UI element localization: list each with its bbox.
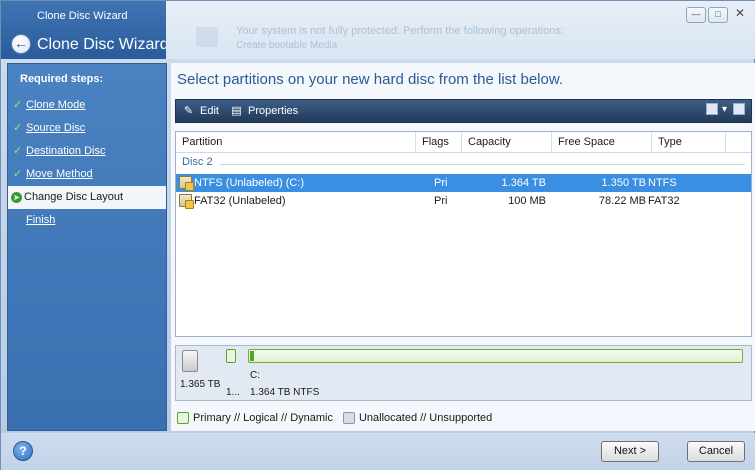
edit-label: Edit bbox=[200, 105, 219, 117]
group-divider bbox=[220, 164, 745, 165]
pencil-icon: ✎ bbox=[183, 105, 194, 117]
sidebar-item-move-method[interactable]: ✓ Move Method bbox=[8, 163, 166, 186]
properties-label: Properties bbox=[248, 105, 299, 117]
small-partition-block[interactable] bbox=[226, 349, 236, 363]
sidebar-item-label: Source Disc bbox=[26, 122, 86, 134]
sidebar-item-label: Change Disc Layout bbox=[24, 191, 124, 203]
partition-free-space: 1.350 TB bbox=[601, 177, 646, 189]
unallocated-swatch-icon bbox=[342, 412, 355, 424]
disk-size: 1.365 TB bbox=[180, 379, 221, 390]
disk-map: 1.365 TB 1... C: 1.364 TB NTFS bbox=[175, 345, 752, 401]
partition-icon bbox=[179, 176, 194, 191]
column-header-capacity[interactable]: Capacity bbox=[462, 132, 552, 152]
sidebar-item-source-disc[interactable]: ✓ Source Disc bbox=[8, 117, 166, 140]
legend-primary-label: Primary // Logical // Dynamic bbox=[193, 412, 333, 424]
main-panel: Select partitions on your new hard disc … bbox=[171, 63, 755, 431]
banner-text: Your system is not fully protected. Perf… bbox=[236, 25, 564, 37]
export-icon[interactable] bbox=[733, 103, 745, 115]
banner-icon bbox=[196, 27, 218, 47]
protection-banner: Your system is not fully protected. Perf… bbox=[166, 1, 755, 59]
title-panel: Clone Disc Wizard ← Clone Disc Wizard bbox=[1, 1, 169, 59]
partition-flags: Pri bbox=[434, 177, 448, 189]
partition-flags: Pri bbox=[434, 195, 448, 207]
partition-name: FAT32 (Unlabeled) bbox=[194, 195, 286, 207]
columns-icon[interactable] bbox=[705, 103, 718, 115]
sidebar-item-label: Destination Disc bbox=[26, 145, 106, 157]
column-header-type[interactable]: Type bbox=[652, 132, 726, 152]
column-header-partition[interactable]: Partition bbox=[176, 132, 416, 152]
next-button[interactable]: Next > bbox=[601, 441, 659, 462]
close-button[interactable]: ✕ bbox=[730, 7, 750, 23]
partition-toolbar: ✎ Edit ▤ Properties ▾ bbox=[175, 99, 752, 123]
table-row[interactable]: FAT32 (Unlabeled) Pri 100 MB 78.22 MB FA… bbox=[176, 192, 751, 210]
hard-disk-icon bbox=[182, 350, 198, 372]
toolbar-right-tools: ▾ bbox=[702, 103, 745, 115]
minimize-button[interactable]: — bbox=[686, 7, 706, 23]
column-header-free-space[interactable]: Free Space bbox=[552, 132, 652, 152]
main-partition-letter: C: bbox=[250, 370, 260, 381]
partition-name: NTFS (Unlabeled) (C:) bbox=[194, 177, 305, 189]
maximize-button[interactable]: □ bbox=[708, 7, 728, 23]
sidebar-item-change-disc-layout[interactable]: ➤ Change Disc Layout bbox=[8, 186, 166, 209]
current-step-arrow-icon: ➤ bbox=[11, 192, 22, 203]
small-partition-label: 1... bbox=[226, 387, 240, 398]
window-controls: — □ ✕ bbox=[684, 7, 750, 23]
page-heading: Select partitions on your new hard disc … bbox=[177, 71, 564, 88]
partition-capacity: 100 MB bbox=[508, 195, 546, 207]
check-icon: ✓ bbox=[13, 99, 23, 111]
sidebar-item-clone-mode[interactable]: ✓ Clone Mode bbox=[8, 94, 166, 117]
sidebar-item-label: Finish bbox=[26, 214, 56, 226]
sidebar-heading: Required steps: bbox=[20, 73, 104, 85]
wizard-title: Clone Disc Wizard bbox=[37, 36, 169, 53]
back-arrow-icon[interactable]: ← bbox=[11, 34, 31, 54]
partition-capacity: 1.364 TB bbox=[501, 177, 546, 189]
partition-table: Partition Flags Capacity Free Space Type… bbox=[175, 131, 752, 337]
steps-sidebar: Required steps: ✓ Clone Mode ✓ Source Di… bbox=[7, 63, 167, 431]
primary-swatch-icon bbox=[177, 412, 189, 424]
partition-usage-fill bbox=[250, 351, 254, 361]
sidebar-item-finish[interactable]: Finish bbox=[8, 209, 166, 232]
sidebar-item-label: Move Method bbox=[26, 168, 93, 180]
properties-icon: ▤ bbox=[231, 105, 242, 117]
disc-group-label: Disc 2 bbox=[182, 156, 213, 168]
table-header: Partition Flags Capacity Free Space Type bbox=[176, 132, 751, 153]
column-header-flags[interactable]: Flags bbox=[416, 132, 462, 152]
wizard-window: Clone Disc Wizard ← Clone Disc Wizard Yo… bbox=[0, 0, 755, 470]
partition-type: NTFS bbox=[648, 177, 677, 189]
check-icon: ✓ bbox=[13, 122, 23, 134]
banner-link[interactable]: Create bootable Media bbox=[236, 40, 337, 51]
partition-icon bbox=[179, 194, 194, 209]
footer-bar: ? Next > Cancel bbox=[1, 433, 755, 470]
partition-free-space: 78.22 MB bbox=[598, 195, 646, 207]
check-icon: ✓ bbox=[13, 145, 23, 157]
main-partition-info: 1.364 TB NTFS bbox=[250, 387, 320, 398]
legend: Primary // Logical // Dynamic Unallocate… bbox=[177, 411, 492, 425]
cancel-button[interactable]: Cancel bbox=[687, 441, 745, 462]
edit-button[interactable]: ✎ Edit bbox=[180, 103, 219, 120]
dropdown-arrow-icon[interactable]: ▾ bbox=[722, 104, 727, 115]
help-icon[interactable]: ? bbox=[13, 441, 33, 461]
properties-button[interactable]: ▤ Properties bbox=[228, 103, 298, 120]
main-partition-block[interactable] bbox=[248, 349, 743, 363]
check-icon: ✓ bbox=[13, 168, 23, 180]
partition-type: FAT32 bbox=[648, 195, 680, 207]
disc-group-header: Disc 2 bbox=[182, 156, 747, 172]
title-bar: Clone Disc Wizard ← Clone Disc Wizard Yo… bbox=[1, 1, 755, 59]
window-title: Clone Disc Wizard bbox=[37, 10, 128, 22]
legend-unallocated-label: Unallocated // Unsupported bbox=[358, 412, 493, 424]
table-row[interactable]: NTFS (Unlabeled) (C:) Pri 1.364 TB 1.350… bbox=[176, 174, 751, 192]
sidebar-item-destination-disc[interactable]: ✓ Destination Disc bbox=[8, 140, 166, 163]
sidebar-item-label: Clone Mode bbox=[26, 99, 86, 111]
